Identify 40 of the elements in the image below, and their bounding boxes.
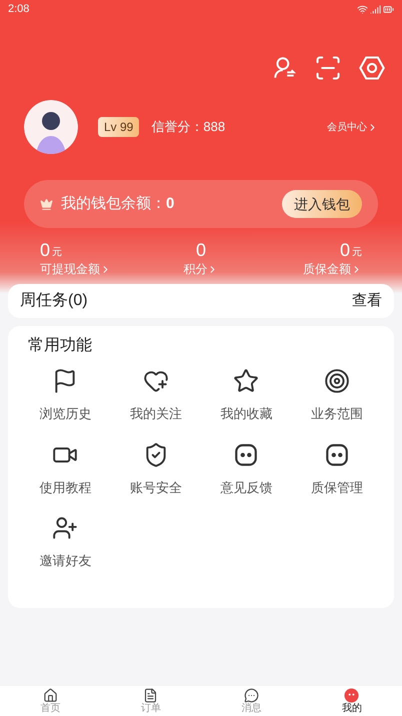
wallet-balance: 我的钱包余额：0 <box>61 194 174 214</box>
function-item[interactable]: 业务范围 <box>292 362 382 424</box>
stat-value: 0 <box>40 240 50 260</box>
enter-wallet-button[interactable]: 进入钱包 <box>282 190 362 218</box>
chat-face-icon <box>233 442 260 468</box>
avatar[interactable] <box>24 100 78 154</box>
function-item[interactable]: 我的收藏 <box>201 362 292 424</box>
wifi-icon <box>357 4 368 14</box>
scan-icon[interactable] <box>314 54 342 82</box>
user-plus-icon <box>52 515 78 541</box>
chat-bubble-icon <box>244 688 259 703</box>
user-switch-icon[interactable] <box>272 55 298 81</box>
stat-unit: 元 <box>52 246 62 260</box>
chat-face-icon <box>324 442 350 468</box>
settings-icon[interactable] <box>358 54 386 82</box>
document-icon <box>143 688 158 703</box>
target-icon <box>324 368 350 394</box>
stat-value: 0 <box>340 240 350 260</box>
function-item[interactable]: 我的关注 <box>110 362 201 424</box>
weekly-task-title: 周任务(0) <box>20 291 88 311</box>
stat-unit: 元 <box>352 246 362 260</box>
function-item[interactable]: 浏览历史 <box>20 362 110 424</box>
function-item[interactable]: 使用教程 <box>20 436 110 497</box>
view-link[interactable]: 查看 <box>352 290 382 312</box>
member-center-link[interactable]: 会员中心 <box>327 120 378 134</box>
crown-icon <box>40 198 53 210</box>
level-badge: Lv 99 <box>98 117 140 137</box>
stat-value: 0 <box>196 240 206 260</box>
signal-icon <box>370 4 381 14</box>
battery-icon <box>383 4 394 14</box>
function-item[interactable]: 质保管理 <box>292 436 382 497</box>
function-item[interactable]: 意见反馈 <box>201 436 292 497</box>
home-icon <box>42 688 58 703</box>
status-time: 2:08 <box>8 2 30 17</box>
star-icon <box>233 368 260 394</box>
function-item[interactable]: 账号安全 <box>110 436 201 497</box>
section-title: 常用功能 <box>28 336 93 356</box>
function-item[interactable]: 邀请好友 <box>20 509 110 570</box>
nav-tab[interactable]: 我的 <box>302 686 402 716</box>
credit-score: 信誉分：888 <box>151 118 226 136</box>
